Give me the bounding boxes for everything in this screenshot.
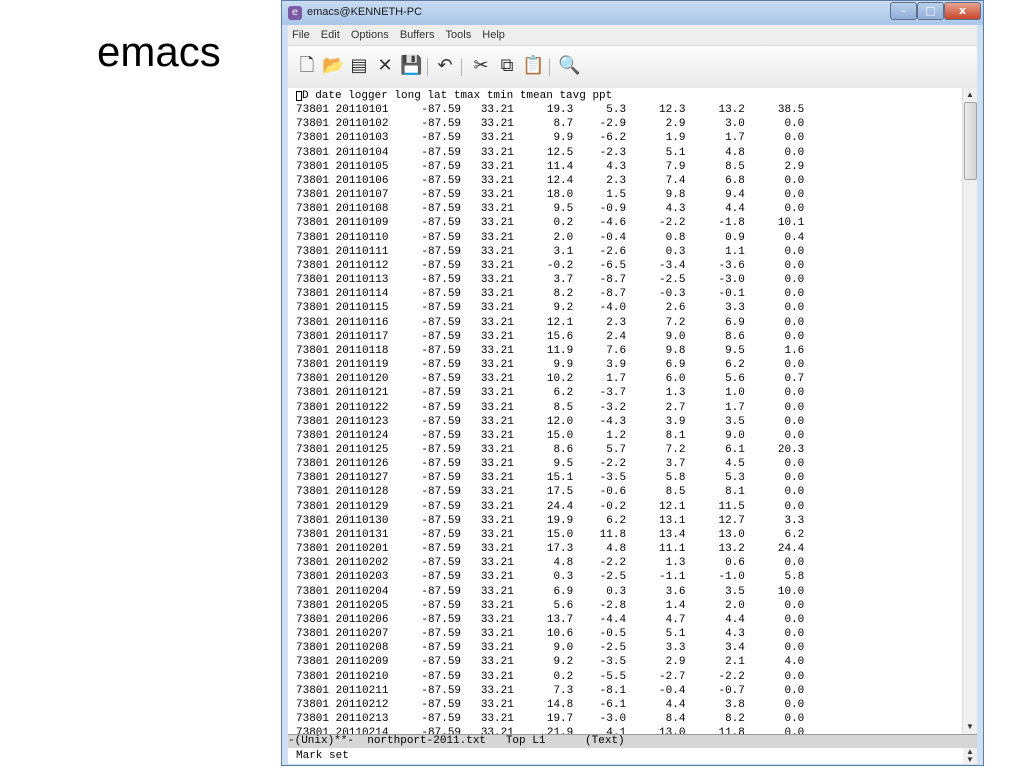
emacs-app-icon: e	[288, 6, 302, 20]
buffer-line: 73801 20110209 -87.59 33.21 9.2 -3.5 2.9…	[296, 656, 805, 669]
window-title: emacs@KENNETH-PC	[307, 6, 423, 18]
buffer-line: 73801 20110203 -87.59 33.21 0.3 -2.5 -1.…	[296, 571, 805, 584]
emacs-window: e emacs@KENNETH-PC – □ x File Edit Optio…	[281, 0, 984, 766]
buffer-line: 73801 20110110 -87.59 33.21 2.0 -0.4 0.8…	[296, 231, 805, 244]
buffer-line: 73801 20110129 -87.59 33.21 24.4 -0.2 12…	[296, 500, 805, 513]
buffer-line: 73801 20110206 -87.59 33.21 13.7 -4.4 4.…	[296, 613, 805, 626]
buffer-line: 73801 20110102 -87.59 33.21 8.7 -2.9 2.9…	[296, 118, 805, 131]
buffer-line: 73801 20110207 -87.59 33.21 10.6 -0.5 5.…	[296, 628, 805, 641]
maximize-button[interactable]: □	[917, 2, 944, 20]
text-buffer[interactable]: ID date logger long lat tmax tmin tmean …	[288, 88, 963, 734]
buffer-line: 73801 20110104 -87.59 33.21 12.5 -2.3 5.…	[296, 146, 805, 159]
close-buffer-icon[interactable]: ✕	[374, 55, 396, 77]
scroll-down-arrow-icon[interactable]: ▼	[963, 720, 977, 734]
buffer-line: 73801 20110128 -87.59 33.21 17.5 -0.6 8.…	[296, 486, 805, 499]
buffer-line: 73801 20110113 -87.59 33.21 3.7 -8.7 -2.…	[296, 274, 805, 287]
scroll-up-arrow-icon[interactable]: ▲	[963, 88, 977, 102]
close-button[interactable]: x	[944, 2, 981, 20]
paste-icon[interactable]: 📋	[522, 55, 544, 77]
buffer-line: 73801 20110211 -87.59 33.21 7.3 -8.1 -0.…	[296, 684, 805, 697]
buffer-line: 73801 20110119 -87.59 33.21 9.9 3.9 6.9 …	[296, 359, 805, 372]
buffer-line: 73801 20110108 -87.59 33.21 9.5 -0.9 4.3…	[296, 203, 805, 216]
title-bar[interactable]: e emacs@KENNETH-PC – □ x	[282, 1, 983, 25]
buffer-line: 73801 20110124 -87.59 33.21 15.0 1.2 8.1…	[296, 429, 805, 442]
save-icon[interactable]: 💾	[400, 55, 422, 77]
buffer-line: 73801 20110204 -87.59 33.21 6.9 0.3 3.6 …	[296, 585, 805, 598]
new-file-icon[interactable]: 🗋	[296, 55, 318, 77]
buffer-line: 73801 20110122 -87.59 33.21 8.5 -3.2 2.7…	[296, 401, 805, 414]
buffer-line: 73801 20110112 -87.59 33.21 -0.2 -6.5 -3…	[296, 259, 805, 272]
scroll-thumb[interactable]	[964, 102, 977, 180]
buffer-line: 73801 20110202 -87.59 33.21 4.8 -2.2 1.3…	[296, 557, 805, 570]
buffer-line: 73801 20110116 -87.59 33.21 12.1 2.3 7.2…	[296, 316, 805, 329]
buffer-line: 73801 20110214 -87.59 33.21 21.9 4.1 13.…	[296, 727, 805, 734]
buffer-line: 73801 20110106 -87.59 33.21 12.4 2.3 7.4…	[296, 174, 805, 187]
toolbar-separator	[549, 58, 550, 76]
toolbar: 🗋 📂 ▤ ✕ 💾 ↶ ✂ ⧉ 📋 🔍	[288, 45, 977, 89]
undo-icon[interactable]: ↶	[434, 55, 456, 77]
buffer-header-line: ID date logger long lat tmax tmin tmean …	[296, 89, 612, 103]
buffer-line: 73801 20110111 -87.59 33.21 3.1 -2.6 0.3…	[296, 245, 805, 258]
buffer-line: 73801 20110201 -87.59 33.21 17.3 4.8 11.…	[296, 543, 805, 556]
buffer-line: 73801 20110103 -87.59 33.21 9.9 -6.2 1.9…	[296, 132, 805, 145]
buffer-line: 73801 20110131 -87.59 33.21 15.0 11.8 13…	[296, 528, 805, 541]
menu-bar: File Edit Options Buffers Tools Help	[288, 25, 977, 45]
buffer-line: 73801 20110117 -87.59 33.21 15.6 2.4 9.0…	[296, 330, 805, 343]
dired-icon[interactable]: ▤	[348, 55, 370, 77]
buffer-line: 73801 20110130 -87.59 33.21 19.9 6.2 13.…	[296, 514, 805, 527]
buffer-line: 73801 20110118 -87.59 33.21 11.9 7.6 9.8…	[296, 344, 805, 357]
buffer-line: 73801 20110107 -87.59 33.21 18.0 1.5 9.8…	[296, 189, 805, 202]
menu-tools[interactable]: Tools	[442, 25, 476, 41]
buffer-line: 73801 20110126 -87.59 33.21 9.5 -2.2 3.7…	[296, 458, 805, 471]
vertical-scrollbar[interactable]: ▲ ▼	[962, 88, 977, 734]
buffer-line: 73801 20110208 -87.59 33.21 9.0 -2.5 3.3…	[296, 642, 805, 655]
open-folder-icon[interactable]: 📂	[322, 55, 344, 77]
minibuffer[interactable]: Mark set	[288, 748, 963, 764]
buffer-line: 73801 20110205 -87.59 33.21 5.6 -2.8 1.4…	[296, 599, 805, 612]
buffer-line: 73801 20110114 -87.59 33.21 8.2 -8.7 -0.…	[296, 288, 805, 301]
buffer-line: 73801 20110127 -87.59 33.21 15.1 -3.5 5.…	[296, 472, 805, 485]
menu-buffers[interactable]: Buffers	[396, 25, 439, 41]
buffer-line: 73801 20110125 -87.59 33.21 8.6 5.7 7.2 …	[296, 444, 805, 456]
buffer-header-text: D date logger long lat tmax tmin tmean t…	[302, 90, 613, 102]
toolbar-separator	[427, 58, 428, 76]
buffer-line: 73801 20110123 -87.59 33.21 12.0 -4.3 3.…	[296, 415, 805, 428]
menu-edit[interactable]: Edit	[317, 25, 344, 41]
mode-line: -(Unix)**- northport-2011.txt Top L1 (Te…	[288, 734, 977, 748]
buffer-line: 73801 20110115 -87.59 33.21 9.2 -4.0 2.6…	[296, 302, 805, 315]
minimize-button[interactable]: –	[890, 2, 917, 20]
buffer-line: 73801 20110105 -87.59 33.21 11.4 4.3 7.9…	[296, 160, 805, 173]
buffer-line: 73801 20110212 -87.59 33.21 14.8 -6.1 4.…	[296, 698, 805, 711]
copy-icon[interactable]: ⧉	[496, 55, 518, 77]
menu-options[interactable]: Options	[347, 25, 393, 41]
buffer-line: 73801 20110213 -87.59 33.21 19.7 -3.0 8.…	[296, 713, 805, 726]
search-icon[interactable]: 🔍	[558, 55, 580, 77]
toolbar-separator	[461, 58, 462, 76]
minibuffer-scroll-icon[interactable]: ▲ ▼	[963, 748, 977, 764]
buffer-line: 73801 20110109 -87.59 33.21 0.2 -4.6 -2.…	[296, 217, 805, 230]
menu-file[interactable]: File	[288, 25, 314, 41]
menu-help[interactable]: Help	[478, 25, 509, 41]
buffer-line: 73801 20110121 -87.59 33.21 6.2 -3.7 1.3…	[296, 387, 805, 400]
cut-icon[interactable]: ✂	[470, 55, 492, 77]
buffer-line: 73801 20110120 -87.59 33.21 10.2 1.7 6.0…	[296, 373, 805, 386]
slide-title: emacs	[97, 28, 221, 75]
buffer-line: 73801 20110101 -87.59 33.21 19.3 5.3 12.…	[296, 104, 805, 117]
buffer-line: 73801 20110210 -87.59 33.21 0.2 -5.5 -2.…	[296, 670, 805, 683]
